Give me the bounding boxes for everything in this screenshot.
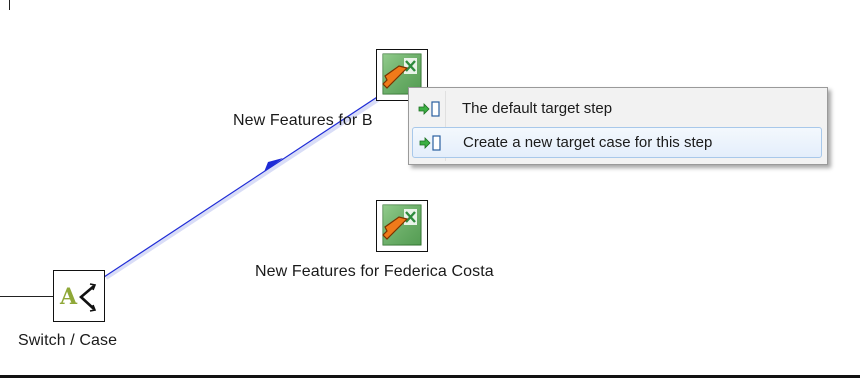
target-federica-label: New Features for Federica Costa [255, 263, 494, 280]
menu-item-create-new-target-case[interactable]: Create a new target case for this step [412, 127, 822, 158]
target-step-icon [418, 100, 442, 117]
switch-case-label: Switch / Case [18, 332, 118, 349]
switch-case-icon: A [59, 283, 97, 312]
menu-item-label: The default target step [462, 100, 613, 117]
target-step-icon [419, 134, 443, 151]
excel-output-icon [382, 204, 422, 246]
transformation-canvas[interactable]: A Switch / Case New Features for B New F… [0, 0, 860, 380]
menu-item-default-target-step[interactable]: The default target step [412, 93, 822, 124]
menu-item-label: Create a new target case for this step [463, 134, 713, 151]
svg-text:A: A [59, 284, 78, 310]
context-menu: The default target step Create a new tar… [408, 87, 828, 165]
excel-output-step-federica[interactable] [376, 200, 428, 252]
target-b-label: New Features for B [233, 112, 373, 129]
switch-case-step[interactable]: A [53, 270, 105, 322]
